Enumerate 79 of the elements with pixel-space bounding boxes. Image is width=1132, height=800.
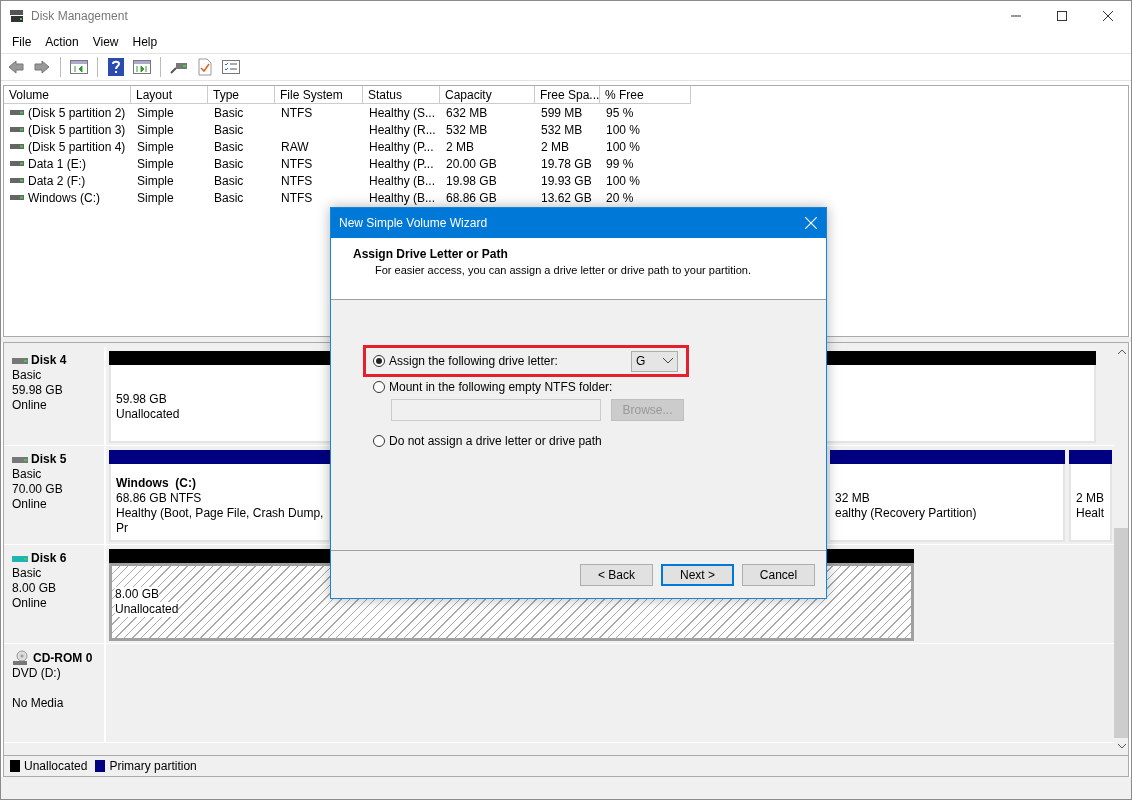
table-cell: NTFS <box>281 173 313 188</box>
page-heading: Assign Drive Letter or Path <box>353 247 509 261</box>
table-cell: Simple <box>137 190 174 205</box>
table-cell: Basic <box>214 173 244 188</box>
table-cell: (Disk 5 partition 4) <box>28 139 126 154</box>
disk-info: Online <box>12 497 48 512</box>
table-cell: (Disk 5 partition 2) <box>28 105 126 120</box>
table-cell: Basic <box>214 156 244 171</box>
table-cell: Simple <box>137 105 174 120</box>
disk-info: 8.00 GB <box>12 581 58 596</box>
table-cell: 100 % <box>606 122 641 137</box>
table-cell: Data 2 (F:) <box>28 173 86 188</box>
disk-info: Online <box>12 596 48 611</box>
disk-name: CD-ROM 0 <box>33 650 93 666</box>
table-cell: Healthy (B... <box>369 190 436 205</box>
disk-name: Disk 5 <box>31 452 67 467</box>
disk-name: Disk 4 <box>31 353 67 368</box>
table-cell: 95 % <box>606 105 634 120</box>
legend-label: Primary partition <box>109 759 197 773</box>
table-cell: NTFS <box>281 190 313 205</box>
partition-info: 68.86 GB NTFS <box>116 491 202 506</box>
table-cell: 20 % <box>606 190 634 205</box>
legend-label: Unallocated <box>24 759 88 773</box>
disk-info: 59.98 GB <box>12 383 64 398</box>
table-cell: 532 MB <box>446 122 488 137</box>
table-cell: Basic <box>214 190 244 205</box>
disk-info: Online <box>12 398 48 413</box>
table-cell: 2 MB <box>541 139 569 154</box>
table-cell: 99 % <box>606 156 634 171</box>
table-cell: Simple <box>137 139 174 154</box>
table-cell: Healthy (R... <box>369 122 436 137</box>
partition-label: Windows (C:) <box>116 476 196 491</box>
partition-info: Healt <box>1076 506 1104 521</box>
table-cell: Basic <box>214 105 244 120</box>
table-cell: 599 MB <box>541 105 583 120</box>
table-cell: 100 % <box>606 173 641 188</box>
partition-info: 2 MB <box>1076 491 1104 506</box>
table-cell: Healthy (P... <box>369 139 434 154</box>
table-cell: Windows (C:) <box>28 190 100 205</box>
table-cell: 19.93 GB <box>541 173 592 188</box>
table-cell: Simple <box>137 156 174 171</box>
table-cell: 632 MB <box>446 105 488 120</box>
table-cell: Healthy (P... <box>369 156 434 171</box>
disk-info: Basic <box>12 566 43 581</box>
page-description: For easier access, you can assign a drive letter or drive path to your partition. <box>374 264 752 276</box>
table-cell: Basic <box>214 122 244 137</box>
table-cell: Simple <box>137 122 174 137</box>
table-cell: 2 MB <box>446 139 474 154</box>
partition-info: ealthy (Recovery Partition) <box>835 506 977 521</box>
table-cell: Data 1 (E:) <box>28 156 87 171</box>
table-cell: 68.86 GB <box>446 190 497 205</box>
table-cell: 13.62 GB <box>541 190 592 205</box>
table-cell: Basic <box>214 139 244 154</box>
table-cell: RAW <box>281 139 309 154</box>
partition-info: 32 MB <box>835 491 870 506</box>
table-cell: 19.78 GB <box>541 156 592 171</box>
table-cell: (Disk 5 partition 3) <box>28 122 126 137</box>
table-cell: 532 MB <box>541 122 583 137</box>
disk-info: Basic <box>12 467 43 482</box>
table-cell: NTFS <box>281 156 313 171</box>
partition-info: Unallocated <box>115 602 179 617</box>
disk-name: Disk 6 <box>31 551 67 566</box>
table-cell: 20.00 GB <box>446 156 497 171</box>
table-cell: Healthy (S... <box>369 105 436 120</box>
disk-info: DVD (D:) <box>12 666 62 681</box>
dialog-title: New Simple Volume Wizard <box>339 216 489 230</box>
disk-info: No Media <box>12 696 65 711</box>
partition-info: 59.98 GB <box>116 392 167 407</box>
table-cell: NTFS <box>281 105 313 120</box>
partition-info: Healthy (Boot, Page File, Crash Dump, Pr <box>116 506 325 536</box>
table-cell: Simple <box>137 173 174 188</box>
disk-info: Basic <box>12 368 43 383</box>
table-cell: Healthy (B... <box>369 173 436 188</box>
partition-info: 8.00 GB <box>115 587 160 602</box>
table-cell: 100 % <box>606 139 641 154</box>
table-cell: 19.98 GB <box>446 173 497 188</box>
window-title: Disk Management <box>31 9 129 23</box>
disk-info: 70.00 GB <box>12 482 64 497</box>
partition-info: Unallocated <box>116 407 180 422</box>
